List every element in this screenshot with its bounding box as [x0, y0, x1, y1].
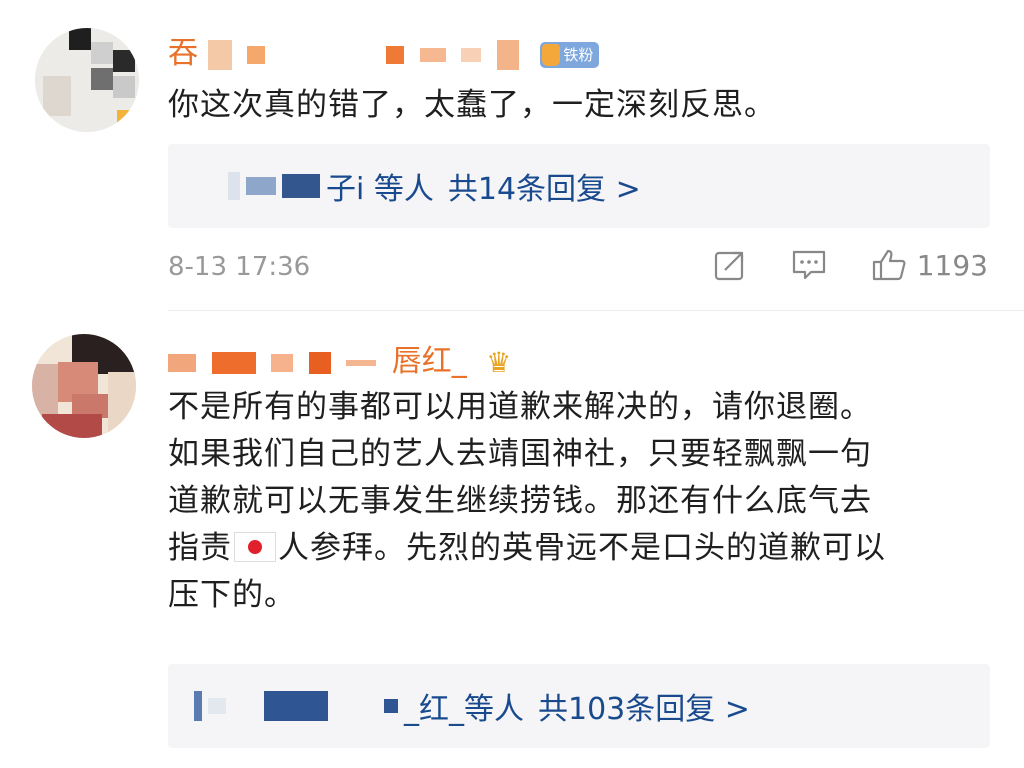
- username-censor: [281, 54, 371, 55]
- comment-text-line: 不是所有的事都可以用道歉来解决的，请你退圈。: [168, 389, 872, 425]
- comment-text: 不是所有的事都可以用道歉来解决的，请你退圈。 如果我们自己的艺人去靖国神社，只要…: [168, 384, 1008, 619]
- reply-name-censor: [232, 706, 258, 707]
- reply-name-censor: [246, 177, 276, 195]
- comment-text-segment: 指责: [168, 530, 232, 566]
- username[interactable]: 吞 铁粉: [168, 28, 600, 72]
- username-censor: [386, 45, 405, 64]
- japan-flag-emoji: [234, 532, 276, 562]
- username-text: 吞: [168, 36, 198, 71]
- reply-name-censor: [334, 706, 378, 707]
- reply-summary[interactable]: _红_等人 共103条回复 >: [168, 664, 990, 748]
- comment-text: 你这次真的错了，太蠢了，一定深刻反思。: [168, 87, 776, 123]
- reply-name-censor: [384, 699, 398, 713]
- like-button[interactable]: 1193: [871, 248, 988, 282]
- username-censor: [211, 351, 256, 374]
- username-censor: [168, 353, 196, 372]
- reply-name-censor: [228, 172, 240, 200]
- username-censor: [308, 351, 331, 374]
- comment-icon[interactable]: [791, 248, 827, 282]
- comment-text-segment: 人参拜。先烈的英骨远不是口头的道歉可以: [278, 530, 886, 566]
- username-censor: [461, 47, 482, 62]
- crown-badge-icon: ♛: [486, 346, 512, 379]
- avatar[interactable]: [32, 334, 136, 438]
- username-censor: [247, 45, 266, 64]
- comment-timestamp: 8-13 17:36: [168, 252, 311, 282]
- thumbs-up-icon: [871, 248, 907, 282]
- comment-text-line: 压下的。: [168, 577, 296, 613]
- reply-names: _红_等人: [404, 692, 524, 727]
- username-censor: [271, 353, 294, 372]
- avatar[interactable]: [35, 28, 139, 132]
- share-icon[interactable]: [713, 248, 747, 282]
- comment-item: 吞 铁粉 你这次真的错了，太蠢了，一定深刻反思。 子i 等人 共14条回复 > …: [0, 0, 1024, 310]
- fist-icon: [542, 43, 561, 66]
- comment-text-line: 指责 人参拜。先烈的英骨远不是口头的道歉可以: [168, 525, 1008, 572]
- reply-name-censor: [194, 691, 202, 721]
- username-censor: [207, 39, 232, 70]
- reply-summary[interactable]: 子i 等人 共14条回复 >: [168, 144, 990, 228]
- username-censor: [346, 359, 377, 366]
- reply-count-link[interactable]: 共14条回复 >: [448, 164, 641, 208]
- reply-names: 子i 等人: [326, 172, 434, 207]
- username-censor: [496, 39, 519, 70]
- comment-text-line: 道歉就可以无事发生继续捞钱。那还有什么底气去: [168, 483, 872, 519]
- username-censor: [419, 47, 446, 62]
- reply-name-censor: [282, 174, 320, 198]
- fan-badge: 铁粉: [540, 41, 600, 68]
- comment-text-line: 如果我们自己的艺人去靖国神社，只要轻飘飘一句: [168, 436, 872, 472]
- reply-name-censor: [264, 691, 328, 721]
- fan-badge-label: 铁粉: [563, 46, 594, 64]
- comment-actions: 1193: [713, 248, 988, 282]
- comment-item: 唇红_ ♛ 不是所有的事都可以用道歉来解决的，请你退圈。 如果我们自己的艺人去靖…: [0, 310, 1024, 768]
- username[interactable]: 唇红_ ♛: [168, 336, 511, 380]
- like-count: 1193: [916, 248, 988, 282]
- reply-name-censor: [208, 698, 226, 714]
- reply-count-link[interactable]: 共103条回复 >: [538, 684, 750, 728]
- username-text: 唇红_: [391, 344, 467, 379]
